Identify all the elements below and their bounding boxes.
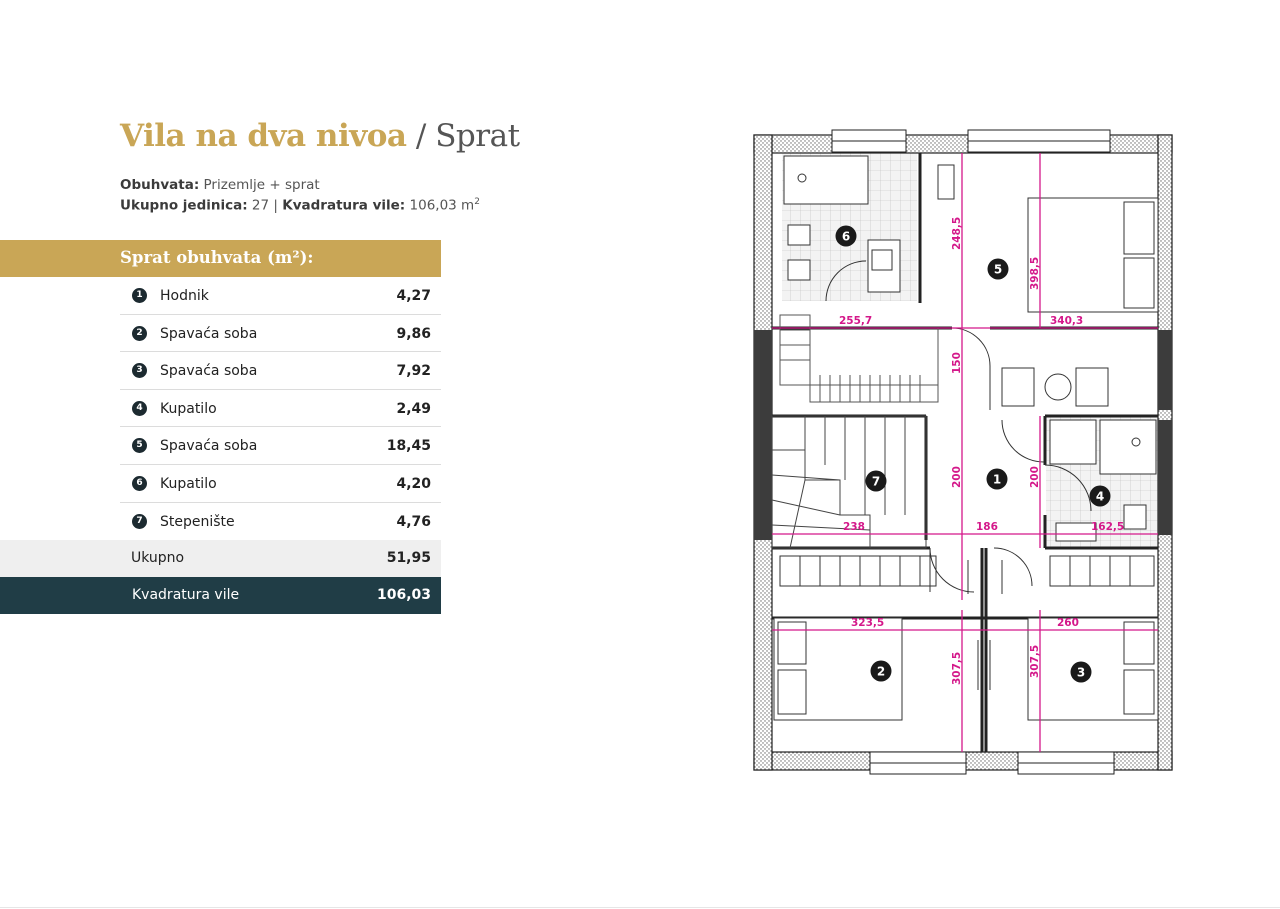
obuhvata-label: Obuhvata: (120, 177, 200, 193)
dim-307-5-a: 307,5 (951, 652, 963, 685)
room-name: Kupatilo (160, 400, 217, 417)
total-label: Ukupno (131, 550, 185, 566)
bedroom-2-furniture (773, 555, 937, 721)
dim-150: 150 (951, 352, 963, 374)
area-table: 1 Hodnik 4,27 2 Spavaća soba 9,86 3 Spav… (120, 277, 441, 540)
villa-area-label: Kvadratura vile (132, 587, 240, 603)
footer-divider (0, 907, 1280, 908)
meta-obuhvata: Obuhvata: Prizemlje + sprat (120, 177, 320, 193)
room-marker-2-label: 2 (877, 665, 885, 679)
table-header: Sprat obuhvata (m²): (120, 248, 314, 267)
dim-162-5: 162,5 (1091, 521, 1124, 533)
room-name: Spavaća soba (160, 438, 258, 455)
meta-jedinice: Ukupno jedinica: 27 | Kvadratura vile: 1… (120, 197, 480, 214)
dim-260: 260 (1057, 617, 1079, 629)
room-number-badge: 4 (132, 400, 147, 416)
title-sub: Sprat (435, 118, 520, 154)
room-marker-7: 7 (865, 470, 887, 492)
dim-238: 238 (843, 521, 865, 533)
dim-186: 186 (976, 521, 998, 533)
room-marker-5: 5 (987, 258, 1009, 280)
bedroom-5-furniture (937, 164, 1159, 407)
bedroom-3-furniture (1027, 555, 1159, 721)
room-marker-2: 2 (870, 660, 892, 682)
room-number-badge: 2 (132, 325, 147, 341)
room-marker-6-label: 6 (842, 230, 850, 244)
villa-area-row: Kvadratura vile 106,03 (0, 577, 441, 614)
table-row: 4 Kupatilo 2,49 (120, 390, 441, 428)
room-marker-5-label: 5 (994, 263, 1002, 277)
kvadratura-value: 106,03 m (409, 197, 475, 214)
total-row: Ukupno 51,95 (0, 540, 441, 577)
room-name: Hodnik (160, 288, 209, 304)
kvadratura-sup: 2 (474, 197, 480, 207)
page-title: Vila na dva nivoa / Sprat (120, 118, 520, 154)
dim-255-7: 255,7 (839, 315, 872, 327)
room-area: 9,86 (396, 325, 431, 342)
room-area: 4,27 (396, 288, 431, 304)
kvadratura-label: Kvadratura vile: (282, 197, 406, 214)
room-name: Kupatilo (160, 475, 217, 492)
room-marker-4: 4 (1089, 485, 1111, 507)
title-separator: / (415, 118, 426, 154)
room-number-badge: 6 (132, 475, 147, 491)
table-row: 2 Spavaća soba 9,86 (120, 315, 441, 353)
floor-plan: 248,5 398,5 255,7 340,3 150 200 200 238 … (753, 129, 1173, 775)
room-marker-1: 1 (986, 468, 1008, 490)
total-value: 51,95 (386, 550, 431, 566)
room-marker-3-label: 3 (1077, 666, 1085, 680)
dim-340-3: 340,3 (1050, 315, 1083, 327)
room-marker-3: 3 (1070, 661, 1092, 683)
room-marker-6: 6 (835, 225, 857, 247)
room-area: 2,49 (396, 400, 431, 417)
obuhvata-value: Prizemlje + sprat (203, 177, 320, 193)
dim-200-a: 200 (951, 466, 963, 488)
title-main: Vila na dva nivoa (120, 118, 407, 154)
table-row: 6 Kupatilo 4,20 (120, 465, 441, 503)
jedinica-value: 27 (251, 197, 270, 214)
dim-307-5-b: 307,5 (1029, 645, 1041, 678)
room-marker-7-label: 7 (872, 475, 880, 489)
dim-248-5: 248,5 (951, 217, 963, 250)
room-marker-4-label: 4 (1096, 490, 1104, 504)
dim-323-5: 323,5 (851, 617, 884, 629)
room-name: Stepenište (160, 513, 235, 530)
room-number-badge: 7 (132, 513, 147, 529)
meta-divider: | (273, 197, 278, 214)
dim-200-b: 200 (1029, 466, 1041, 488)
jedinica-label: Ukupno jedinica: (120, 197, 248, 214)
table-row: 7 Stepenište 4,76 (120, 503, 441, 541)
table-header-band: Sprat obuhvata (m²): (0, 240, 441, 277)
dim-398-5: 398,5 (1029, 257, 1041, 290)
room-marker-1-label: 1 (993, 473, 1001, 487)
room-area: 4,76 (396, 513, 431, 530)
table-row: 5 Spavaća soba 18,45 (120, 427, 441, 465)
villa-area-value: 106,03 (376, 587, 431, 603)
room-area: 4,20 (396, 475, 431, 492)
room-number-badge: 3 (132, 363, 147, 379)
room-number-badge: 5 (132, 438, 147, 454)
table-row: 3 Spavaća soba 7,92 (120, 352, 441, 390)
room-area: 7,92 (396, 363, 431, 380)
room-name: Spavaća soba (160, 325, 258, 342)
room-name: Spavaća soba (160, 363, 258, 380)
table-row: 1 Hodnik 4,27 (120, 277, 441, 315)
room-area: 18,45 (386, 438, 431, 455)
room-number-badge: 1 (132, 288, 147, 303)
